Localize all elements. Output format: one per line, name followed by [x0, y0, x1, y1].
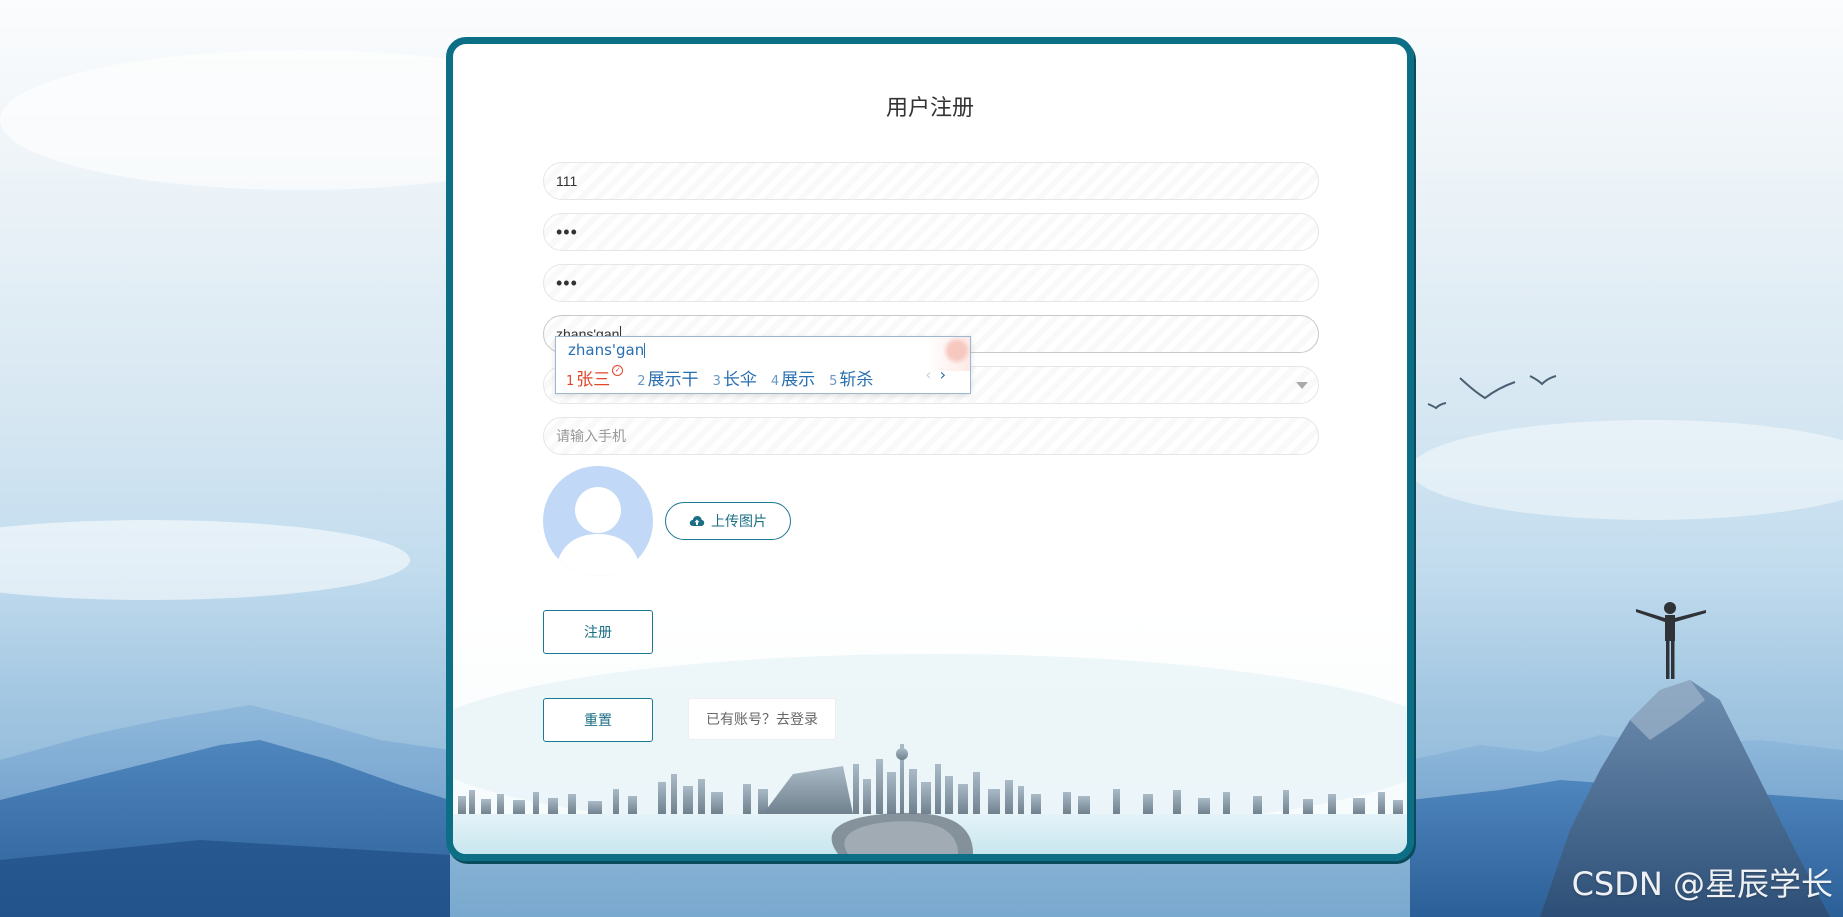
cloud-upload-icon	[689, 516, 705, 526]
upload-image-button[interactable]: 上传图片	[665, 502, 791, 540]
user-avatar-icon	[555, 487, 641, 576]
go-login-label: 已有账号？去登录	[706, 711, 818, 727]
phone-input[interactable]: 请输入手机	[543, 417, 1319, 455]
ime-candidate-1[interactable]: 1 张三 ✓	[566, 365, 624, 390]
avatar	[543, 466, 653, 576]
username-input[interactable]: 111	[543, 162, 1319, 200]
confirm-password-input[interactable]: •••	[543, 264, 1319, 302]
ime-candidate-3[interactable]: 3 长伞	[713, 365, 757, 390]
upload-image-label: 上传图片	[711, 513, 767, 529]
ime-next-page-icon[interactable]: ›	[940, 365, 946, 384]
reset-button-label: 重置	[584, 712, 612, 728]
ime-candidate-5[interactable]: 5 斩杀	[829, 365, 873, 390]
ime-caret	[644, 343, 646, 358]
ime-prev-page-icon[interactable]: ‹	[925, 365, 931, 384]
register-button[interactable]: 注册	[543, 610, 653, 654]
ime-candidate-4[interactable]: 4 展示	[771, 365, 815, 390]
ime-composition-text: zhans'gan	[568, 341, 645, 359]
register-button-label: 注册	[584, 624, 612, 640]
ime-candidate-2[interactable]: 2 展示干	[637, 365, 698, 390]
reset-button[interactable]: 重置	[543, 698, 653, 742]
password-value: •••	[556, 222, 578, 242]
username-value: 111	[556, 173, 578, 189]
watermark: CSDN @星辰学长	[1571, 865, 1833, 903]
ime-composition: zhans'gan	[568, 341, 646, 359]
ime-candidate-list: 1 张三 ✓ 2 展示干 3 长伞 4 展示 5 斩杀	[566, 365, 887, 390]
go-login-link[interactable]: 已有账号？去登录	[688, 698, 836, 740]
password-input[interactable]: •••	[543, 213, 1319, 251]
ime-selected-badge-icon: ✓	[612, 365, 624, 376]
phone-placeholder: 请输入手机	[556, 428, 626, 444]
confirm-password-value: •••	[556, 273, 578, 293]
page-title: 用户注册	[885, 95, 974, 120]
ime-page-nav: ‹ ›	[925, 365, 946, 384]
register-card: 用户注册 111 ••• ••• zhans'gan 请输入手机 zhans'g…	[446, 37, 1414, 861]
ime-candidate-window: zhans'gan 1 张三 ✓ 2 展示干 3 长伞 4 展示 5 斩杀 ‹ ›	[555, 336, 971, 394]
chevron-down-icon[interactable]	[1296, 382, 1308, 389]
